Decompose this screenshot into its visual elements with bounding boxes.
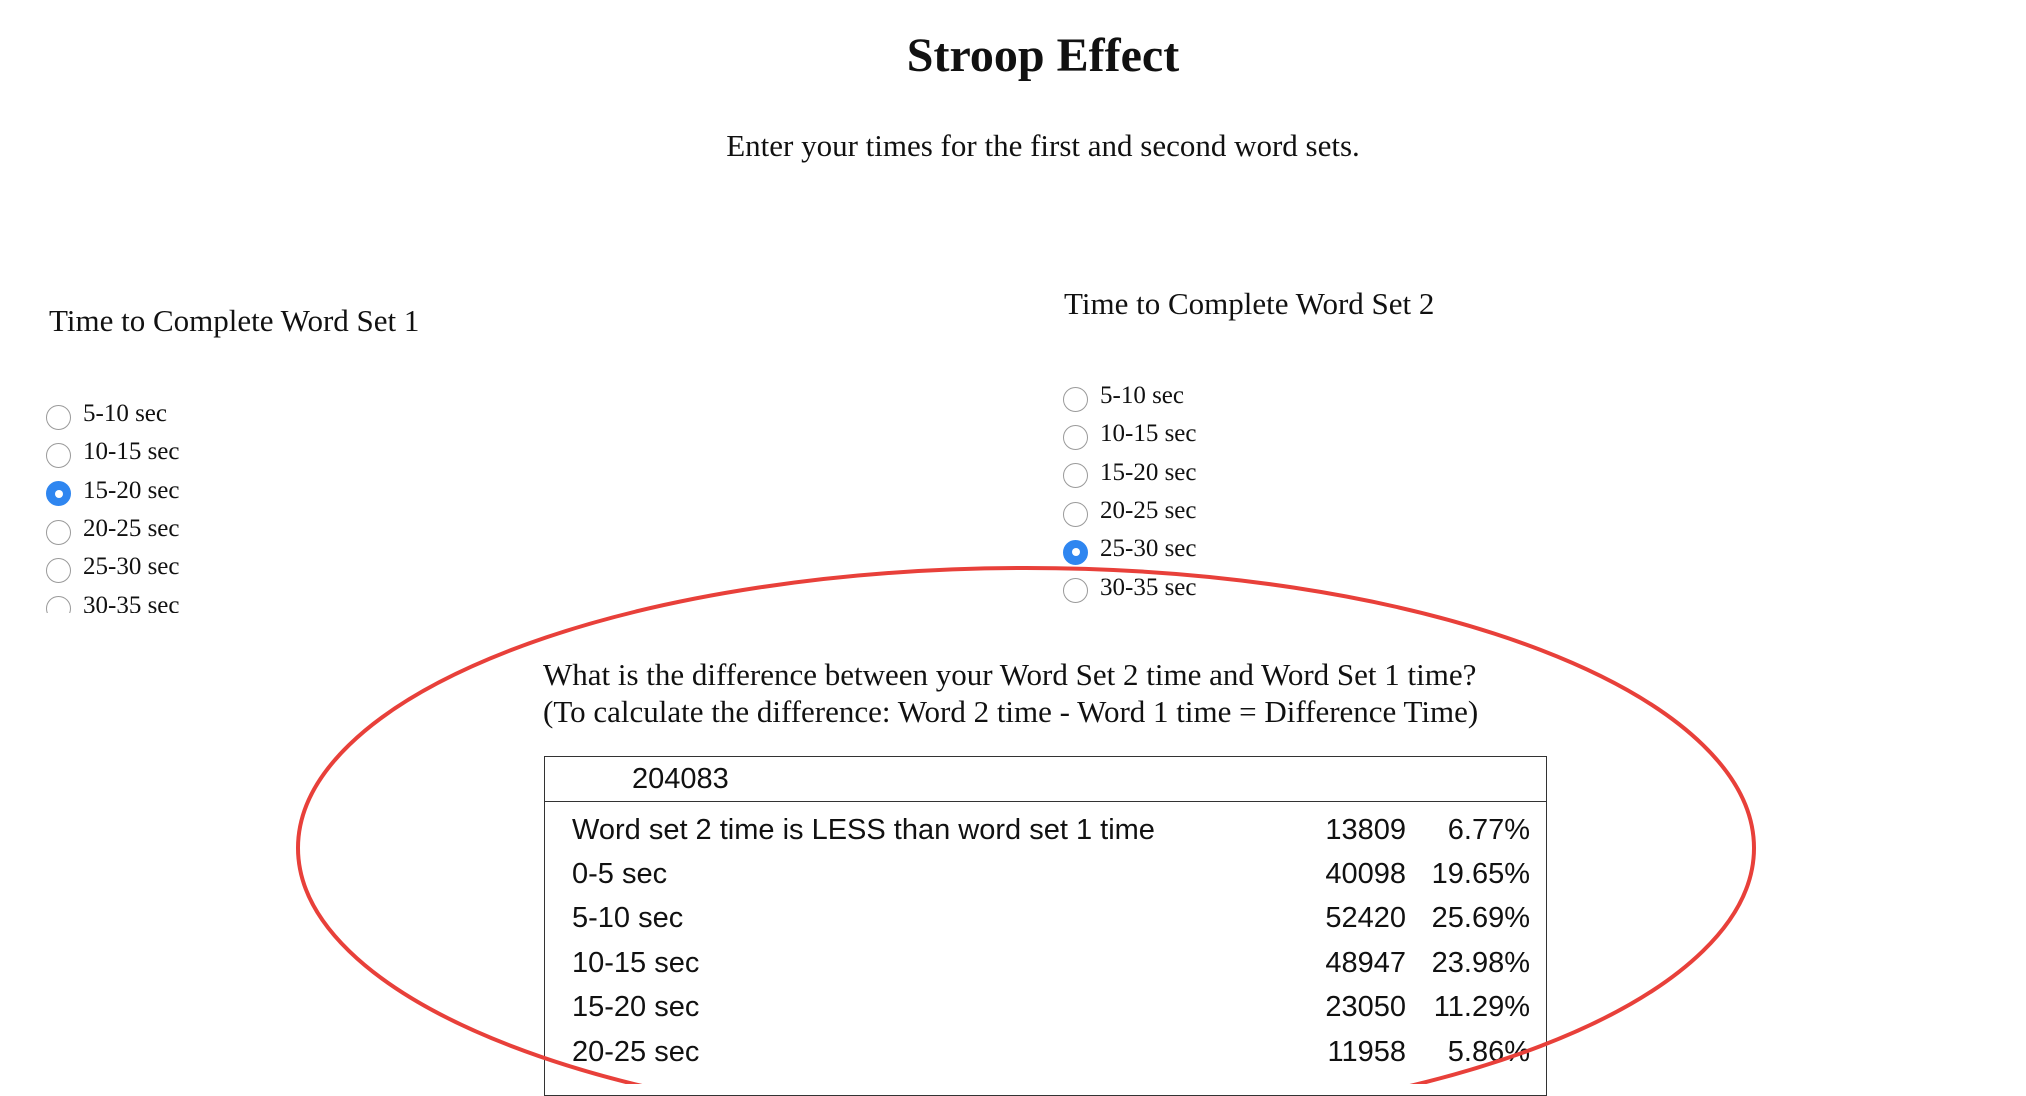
result-row: 5-10 sec 52420 25.69% — [545, 897, 1546, 941]
results-table: 204083 Word set 2 time is LESS than word… — [544, 756, 1547, 1096]
word-set-2-radio-button[interactable] — [1063, 501, 1088, 527]
word-set-2-radio-button[interactable] — [1063, 539, 1088, 565]
result-count: 23050 — [1325, 991, 1406, 1024]
word-set-1-option-label: 20-25 sec — [83, 515, 180, 543]
result-pct: 6.77% — [1447, 813, 1530, 846]
word-set-1-option[interactable]: 15-20 sec — [46, 472, 446, 510]
page-title: Stroop Effect — [906, 29, 1180, 82]
word-set-2-option[interactable]: 10-15 sec — [1063, 415, 1463, 453]
result-label: 5-10 sec — [572, 902, 684, 935]
word-set-1-option-label: 25-30 sec — [83, 553, 180, 581]
word-set-2-option[interactable]: 20-25 sec — [1063, 492, 1463, 530]
word-set-1-option[interactable]: 25-30 sec — [46, 548, 446, 586]
results-rows: Word set 2 time is LESS than word set 1 … — [545, 808, 1546, 1074]
word-set-2-option-label: 5-10 sec — [1100, 382, 1184, 410]
result-label: Word set 2 time is LESS than word set 1 … — [572, 813, 1155, 846]
word-set-1-radio-button[interactable] — [46, 481, 71, 507]
result-label: 20-25 sec — [572, 1035, 700, 1068]
word-set-1-heading: Time to Complete Word Set 1 — [49, 303, 420, 338]
question-line-2: (To calculate the difference: Word 2 tim… — [543, 694, 1479, 729]
difference-question: What is the difference between your Word… — [543, 656, 1478, 730]
word-set-1-radio-button[interactable] — [46, 596, 71, 613]
instructions-text: Enter your times for the first and secon… — [726, 128, 1360, 163]
word-set-1-radio-button[interactable] — [46, 519, 71, 545]
result-row: 20-25 sec 11958 5.86% — [545, 1030, 1546, 1074]
word-set-2-option[interactable]: 30-35 sec — [1063, 568, 1463, 605]
result-count: 40098 — [1325, 858, 1406, 891]
word-set-2-option[interactable]: 25-30 sec — [1063, 530, 1463, 568]
result-count: 13809 — [1325, 813, 1406, 846]
word-set-2-option[interactable]: 5-10 sec — [1063, 377, 1463, 415]
result-row: Word set 2 time is LESS than word set 1 … — [545, 808, 1546, 852]
result-label: 10-15 sec — [572, 946, 700, 979]
word-set-1-radio-button[interactable] — [46, 442, 71, 468]
word-set-2-radio-group: 5-10 sec 10-15 sec 15-20 sec 20-25 sec 25-30… — [1063, 377, 1463, 605]
word-set-1-option-label: 30-35 sec — [83, 591, 180, 613]
word-set-2-option-label: 15-20 sec — [1100, 458, 1197, 486]
word-set-1-option[interactable]: 30-35 sec — [46, 586, 446, 613]
question-line-1: What is the difference between your Word… — [543, 657, 1477, 692]
result-pct: 19.65% — [1431, 858, 1530, 891]
word-set-2-option-label: 25-30 sec — [1100, 535, 1197, 563]
result-label: 0-5 sec — [572, 858, 668, 891]
word-set-1-option-label: 15-20 sec — [83, 476, 180, 504]
word-set-2-heading: Time to Complete Word Set 2 — [1064, 286, 1435, 321]
results-total: 204083 — [545, 757, 1546, 802]
result-pct: 11.29% — [1433, 991, 1530, 1024]
word-set-1-option[interactable]: 20-25 sec — [46, 510, 446, 548]
word-set-1-radio-group: 5-10 sec 10-15 sec 15-20 sec 20-25 sec 25-30… — [46, 395, 446, 613]
word-set-1-option-label: 5-10 sec — [83, 400, 167, 428]
result-pct: 25.69% — [1431, 902, 1530, 935]
word-set-1-radio-button[interactable] — [46, 404, 71, 430]
result-row: 15-20 sec 23050 11.29% — [545, 986, 1546, 1030]
word-set-2-option-label: 20-25 sec — [1100, 497, 1197, 525]
word-set-1-radio-button[interactable] — [46, 557, 71, 583]
word-set-2-radio-button[interactable] — [1063, 578, 1088, 604]
result-row: 10-15 sec 48947 23.98% — [545, 941, 1546, 985]
word-set-1-option-label: 10-15 sec — [83, 438, 180, 466]
word-set-2-radio-button[interactable] — [1063, 463, 1088, 489]
word-set-2-option-label: 30-35 sec — [1100, 573, 1197, 601]
result-pct: 5.86% — [1447, 1035, 1530, 1068]
result-count: 48947 — [1325, 946, 1406, 979]
result-label: 15-20 sec — [572, 991, 700, 1024]
word-set-2-radio-button[interactable] — [1063, 424, 1088, 450]
word-set-2-radio-button[interactable] — [1063, 386, 1088, 412]
result-count: 52420 — [1325, 902, 1406, 935]
word-set-2-option[interactable]: 15-20 sec — [1063, 454, 1463, 492]
word-set-1-option[interactable]: 5-10 sec — [46, 395, 446, 433]
result-row: 0-5 sec 40098 19.65% — [545, 852, 1546, 896]
result-pct: 23.98% — [1431, 946, 1530, 979]
word-set-2-option-label: 10-15 sec — [1100, 420, 1197, 448]
result-count: 11958 — [1327, 1035, 1407, 1068]
word-set-1-option[interactable]: 10-15 sec — [46, 433, 446, 471]
